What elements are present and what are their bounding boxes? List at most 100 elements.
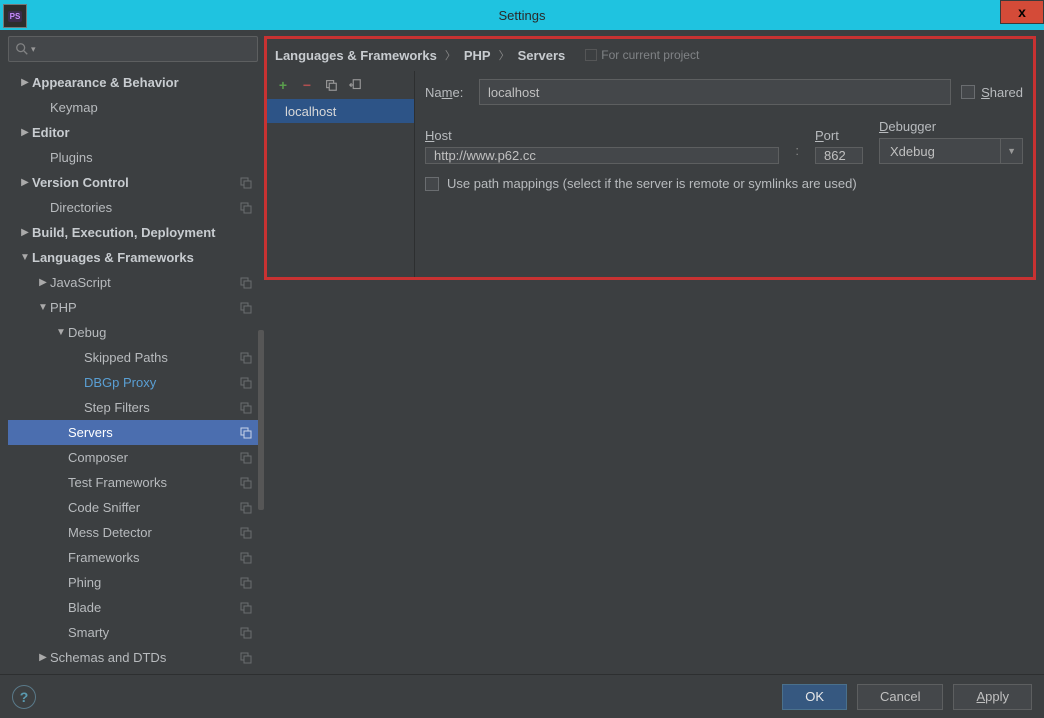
tree-item[interactable]: Smarty	[8, 620, 258, 645]
project-scope-icon	[238, 425, 254, 441]
port-input[interactable]	[815, 147, 863, 164]
name-input[interactable]	[479, 79, 951, 105]
tree-item[interactable]: ▶Appearance & Behavior	[8, 70, 258, 95]
search-dropdown-icon[interactable]: ▾	[31, 44, 36, 55]
cancel-button[interactable]: Cancel	[857, 684, 943, 710]
tree-item-label: Step Filters	[84, 400, 238, 415]
remove-icon[interactable]: −	[299, 77, 315, 93]
tree-item-label: Phing	[68, 575, 238, 590]
host-label: Host	[425, 128, 779, 143]
server-list-item[interactable]: localhost	[267, 99, 414, 123]
tree-item-label: Plugins	[50, 150, 258, 165]
tree-item[interactable]: Skipped Paths	[8, 345, 258, 370]
for-current-project-label: For current project	[585, 48, 699, 62]
tree-item-label: Smarty	[68, 625, 238, 640]
chevron-right-icon: ▶	[18, 177, 32, 188]
search-icon	[15, 42, 29, 56]
tree-item-label: Code Sniffer	[68, 500, 238, 515]
path-mappings-checkbox[interactable]	[425, 177, 439, 191]
tree-item-label: Skipped Paths	[84, 350, 238, 365]
tree-item-label: Blade	[68, 600, 238, 615]
tree-item[interactable]: ▶Build, Execution, Deployment	[8, 220, 258, 245]
server-list-toolbar: + −	[267, 71, 414, 99]
tree-item[interactable]: DBGp Proxy	[8, 370, 258, 395]
chevron-right-icon: ▶	[18, 227, 32, 238]
ok-button[interactable]: OK	[782, 684, 847, 710]
port-label: Port	[815, 128, 863, 143]
project-scope-icon	[238, 450, 254, 466]
tree-item[interactable]: ▶Version Control	[8, 170, 258, 195]
tree-item[interactable]: ▼Debug	[8, 320, 258, 345]
chevron-right-icon: ▶	[36, 652, 50, 663]
project-scope-icon	[238, 500, 254, 516]
project-scope-icon	[238, 350, 254, 366]
chevron-down-icon: ▼	[36, 302, 50, 313]
tree-item[interactable]: ▶Editor	[8, 120, 258, 145]
tree-item-label: Keymap	[50, 100, 258, 115]
tree-item[interactable]: Composer	[8, 445, 258, 470]
tree-item[interactable]: ▼Languages & Frameworks	[8, 245, 258, 270]
tree-item-label: Schemas and DTDs	[50, 650, 238, 665]
tree-item-label: DBGp Proxy	[84, 375, 238, 390]
tree-item-label: Frameworks	[68, 550, 238, 565]
tree-item-label: Version Control	[32, 175, 238, 190]
tree-item[interactable]: Code Sniffer	[8, 495, 258, 520]
help-button[interactable]: ?	[12, 685, 36, 709]
tree-item[interactable]: Mess Detector	[8, 520, 258, 545]
tree-item-label: Debug	[68, 325, 258, 340]
project-scope-icon	[238, 200, 254, 216]
settings-tree[interactable]: ▶Appearance & Behavior Keymap ▶Editor Plugi…	[8, 70, 258, 670]
apply-icon[interactable]	[347, 77, 363, 93]
debugger-select[interactable]: Xdebug ▼	[879, 138, 1023, 164]
tree-item[interactable]: ▼PHP	[8, 295, 258, 320]
project-icon	[585, 49, 597, 61]
tree-item[interactable]: Step Filters	[8, 395, 258, 420]
chevron-down-icon: ▼	[18, 252, 32, 263]
tree-item[interactable]: Directories	[8, 195, 258, 220]
chevron-down-icon: ▼	[54, 327, 68, 338]
tree-item-label: Mess Detector	[68, 525, 238, 540]
window-close-button[interactable]: x	[1000, 0, 1044, 24]
breadcrumb-servers[interactable]: Servers	[518, 48, 566, 63]
apply-button[interactable]: Apply	[953, 684, 1032, 710]
search-input[interactable]: ▾	[8, 36, 258, 62]
breadcrumb-root[interactable]: Languages & Frameworks	[275, 48, 437, 63]
project-scope-icon	[238, 650, 254, 666]
tree-item[interactable]: Blade	[8, 595, 258, 620]
tree-item[interactable]: Frameworks	[8, 545, 258, 570]
project-scope-icon	[238, 600, 254, 616]
project-scope-icon	[238, 575, 254, 591]
tree-item-label: PHP	[50, 300, 238, 315]
app-icon: PS	[3, 4, 27, 28]
tree-item[interactable]: Plugins	[8, 145, 258, 170]
highlight-box: Languages & Frameworks 〉 PHP 〉 Servers F…	[264, 36, 1036, 280]
project-scope-icon	[238, 300, 254, 316]
tree-item[interactable]: Servers	[8, 420, 258, 445]
tree-item-label: Test Frameworks	[68, 475, 238, 490]
project-scope-icon	[238, 550, 254, 566]
debugger-label: Debugger	[879, 119, 1023, 134]
path-mappings-label: Use path mappings (select if the server …	[447, 176, 857, 191]
shared-checkbox[interactable]	[961, 85, 975, 99]
chevron-right-icon: 〉	[499, 47, 510, 63]
project-scope-icon	[238, 625, 254, 641]
tree-item[interactable]: ▶Schemas and DTDs	[8, 645, 258, 670]
project-scope-icon	[238, 400, 254, 416]
host-input[interactable]	[425, 147, 779, 164]
tree-item-label: Servers	[68, 425, 238, 440]
add-icon[interactable]: +	[275, 77, 291, 93]
tree-item[interactable]: Test Frameworks	[8, 470, 258, 495]
chevron-right-icon: ▶	[36, 277, 50, 288]
breadcrumb-php[interactable]: PHP	[464, 48, 491, 63]
breadcrumb: Languages & Frameworks 〉 PHP 〉 Servers F…	[267, 39, 1033, 71]
tree-item-label: Build, Execution, Deployment	[32, 225, 258, 240]
chevron-down-icon: ▼	[1000, 139, 1016, 163]
tree-item[interactable]: ▶JavaScript	[8, 270, 258, 295]
chevron-right-icon: ▶	[18, 127, 32, 138]
tree-item[interactable]: Keymap	[8, 95, 258, 120]
chevron-right-icon: 〉	[445, 47, 456, 63]
server-list-panel: + − localhost	[267, 71, 415, 277]
project-scope-icon	[238, 475, 254, 491]
copy-icon[interactable]	[323, 77, 339, 93]
tree-item[interactable]: Phing	[8, 570, 258, 595]
